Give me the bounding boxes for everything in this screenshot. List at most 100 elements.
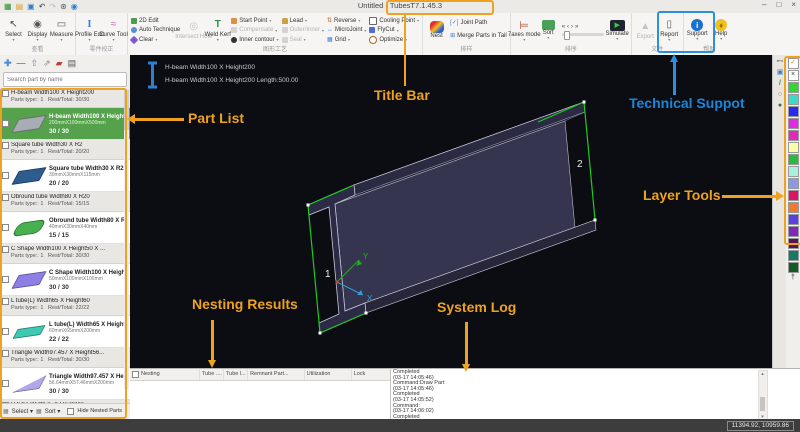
simulation-slider[interactable] bbox=[562, 33, 604, 36]
lasso-tool-icon[interactable]: ○ bbox=[778, 91, 782, 99]
7axes-mode-button[interactable]: ⊨7axes mode▾ bbox=[513, 14, 536, 46]
curve-icon: ≈ bbox=[111, 19, 117, 32]
outer-inner-label: Outer/Inner bbox=[290, 27, 320, 33]
optimize-button[interactable]: Optimize▾ bbox=[369, 35, 419, 44]
technical-support-arrow-head bbox=[670, 54, 678, 62]
microjoint-icon: ↔ bbox=[327, 27, 333, 33]
eraser-icon[interactable]: ▰ bbox=[56, 58, 63, 68]
layer-color-swatch[interactable] bbox=[788, 250, 799, 261]
nest-button[interactable]: Nest bbox=[425, 14, 448, 46]
inner-contour-button[interactable]: Inner contour▾ bbox=[231, 35, 278, 44]
merge-parts-icon: ⊞ bbox=[450, 32, 455, 39]
nest-icon bbox=[430, 21, 444, 33]
axis-y-label: Y bbox=[363, 252, 369, 261]
nesting-select-all-checkbox[interactable] bbox=[132, 371, 139, 378]
cooling-point-icon bbox=[369, 17, 377, 25]
nesting-table-body[interactable] bbox=[130, 381, 390, 420]
optimize-icon bbox=[369, 36, 377, 44]
remove-part-icon[interactable]: — bbox=[17, 58, 26, 68]
minimize-button[interactable]: – bbox=[762, 0, 766, 9]
nesting-results-arrow-head bbox=[208, 360, 216, 368]
outer-inner-button: Outer/Inner▾ bbox=[282, 26, 324, 35]
grid-button[interactable]: ▦Grid▾ bbox=[327, 35, 366, 44]
simulate-button[interactable]: ▶Simulate▾ bbox=[606, 14, 629, 46]
col-utilization: Utilization bbox=[305, 369, 352, 380]
flycut-button[interactable]: FlyCut▾ bbox=[369, 26, 419, 35]
close-button[interactable]: × bbox=[791, 0, 796, 9]
auto-technique-icon bbox=[131, 27, 137, 33]
brush-tool-icon[interactable]: ● bbox=[778, 102, 782, 110]
weld-kerf-icon: T bbox=[215, 19, 221, 32]
ibeam-icon: I bbox=[88, 19, 92, 32]
weld-kerf-button[interactable]: TWeld Kerf▾ bbox=[206, 14, 229, 46]
seal-icon bbox=[282, 37, 288, 43]
part-list-arrow-line bbox=[134, 118, 184, 121]
curve-tool-button[interactable]: ≈Curve Tool▾ bbox=[102, 14, 125, 46]
reverse-label: Reverse bbox=[334, 18, 356, 24]
start-point-button[interactable]: Start Point▾ bbox=[231, 16, 278, 25]
annotation-layer-tools: Layer Tools bbox=[643, 187, 721, 203]
system-log-panel: Completed (03-17 14:05:46) Command:Draw … bbox=[391, 369, 790, 420]
2d-edit-button[interactable]: 2D Edit bbox=[131, 16, 180, 25]
auto-technique-button[interactable]: Auto Technique bbox=[131, 26, 180, 35]
layer-box-icon[interactable]: ▣ bbox=[777, 69, 784, 77]
step-back-button[interactable]: ‹ bbox=[567, 24, 569, 30]
clear-button[interactable]: Clear▾ bbox=[131, 35, 180, 44]
ribbon-group-sort: ⊨7axes mode▾ Sort▾ « ‹ › » ▶Simulate▾ 排序 bbox=[511, 13, 632, 55]
ribbon-group-part-correction: IProfile Edit▾ ≈Curve Tool▾ 零件校正 bbox=[76, 13, 128, 55]
nesting-results-arrow-line bbox=[211, 320, 214, 360]
group-label-part-correction: 零件校正 bbox=[76, 46, 127, 55]
group-label-sort: 排序 bbox=[511, 46, 631, 55]
profile-edit-button[interactable]: IProfile Edit▾ bbox=[78, 14, 101, 46]
log-scrollbar[interactable]: ▴ ▾ bbox=[758, 370, 768, 421]
select-button[interactable]: ↖Select▾ bbox=[2, 14, 25, 46]
parts-toolbar: ✚ — ⇧ ⇗ ▰ ▤ bbox=[0, 55, 130, 71]
reverse-button[interactable]: ⇅Reverse▾ bbox=[327, 16, 366, 25]
layer-tools-arrow-line bbox=[722, 195, 777, 198]
system-log-arrow-line bbox=[465, 322, 468, 364]
2d-edit-icon bbox=[131, 18, 137, 24]
maximize-button[interactable]: □ bbox=[776, 0, 781, 9]
annotation-nesting-results: Nesting Results bbox=[192, 296, 298, 312]
edit-part-icon[interactable]: ▤ bbox=[68, 58, 77, 68]
joint-path-button[interactable]: [✓]Joint Path bbox=[450, 18, 507, 27]
sort-button[interactable]: Sort▾ bbox=[537, 14, 560, 46]
group-label-technique: 图形工艺 bbox=[128, 46, 422, 55]
add-part-icon[interactable]: ✚ bbox=[4, 58, 12, 68]
inner-contour-icon bbox=[231, 37, 237, 43]
annotation-title-bar: Title Bar bbox=[374, 87, 430, 103]
display-button[interactable]: ◉Display▾ bbox=[26, 14, 49, 46]
system-log-text: Completed (03-17 14:05:46) Command:Draw … bbox=[393, 370, 444, 420]
cooling-point-button[interactable]: Cooling Point▾ bbox=[369, 16, 419, 25]
col-lock: Lock bbox=[352, 369, 390, 380]
step-forward-button[interactable]: › bbox=[571, 24, 573, 30]
col-tube-l: Tube l... bbox=[224, 369, 248, 380]
pen-tool-icon[interactable]: / bbox=[779, 80, 781, 88]
rewind-button[interactable]: « bbox=[562, 24, 565, 30]
dimension-tool-icon[interactable]: ⊷ bbox=[777, 58, 784, 66]
search-box[interactable] bbox=[3, 72, 127, 87]
start-point-icon bbox=[231, 18, 237, 24]
microjoint-button[interactable]: ↔MicroJoint▾ bbox=[327, 26, 366, 35]
measure-button[interactable]: ▭Measure▾ bbox=[50, 14, 73, 46]
ribbon-group-nest: Nest [✓]Joint Path ⊞Merge Parts in Tail … bbox=[423, 13, 511, 55]
search-input[interactable] bbox=[4, 77, 126, 83]
col-tube: Tube .... bbox=[200, 369, 224, 380]
merge-parts-button[interactable]: ⊞Merge Parts in Tail bbox=[450, 31, 507, 40]
layer-palette-highlight-box bbox=[784, 56, 800, 245]
eye-icon: ◉ bbox=[33, 19, 42, 32]
lead-button[interactable]: Lead▾ bbox=[282, 16, 324, 25]
flycut-icon bbox=[369, 27, 375, 33]
slider-thumb[interactable] bbox=[564, 31, 570, 40]
layer-color-swatch[interactable] bbox=[788, 262, 799, 273]
auto-technique-label: Auto Technique bbox=[139, 27, 180, 33]
layer-tools-arrow-head bbox=[776, 191, 784, 201]
part-list-arrow-head bbox=[127, 114, 135, 124]
fast-forward-button[interactable]: » bbox=[575, 24, 578, 30]
layer-pin-icon[interactable]: † bbox=[791, 274, 795, 281]
transform-part-icon[interactable]: ⇗ bbox=[43, 58, 51, 68]
inner-contour-label: Inner contour bbox=[239, 37, 274, 43]
start-point-label: Start Point bbox=[239, 18, 267, 24]
joint-path-label: Joint Path bbox=[460, 20, 487, 26]
import-part-icon[interactable]: ⇧ bbox=[31, 58, 39, 68]
